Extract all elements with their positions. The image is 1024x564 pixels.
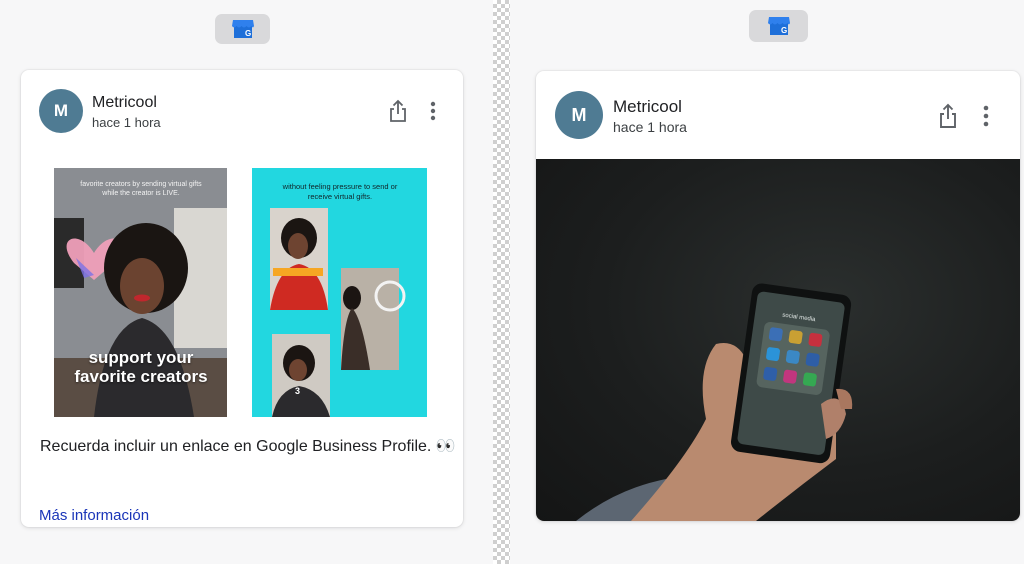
google-business-profile-icon: G [767, 17, 790, 35]
right-post-card: M Metricool hace 1 hora social media [536, 71, 1020, 521]
svg-text:G: G [781, 26, 787, 35]
post-photo: social media [536, 159, 1020, 521]
post-image-tile: without feeling pressure to send or rece… [252, 168, 427, 417]
share-button[interactable] [934, 102, 962, 130]
more-options-button[interactable] [423, 98, 443, 124]
svg-text:G: G [245, 29, 251, 38]
post-image-tile: favorite creators by sending virtual gif… [54, 168, 227, 417]
post-caption: Recuerda incluir un enlace en Google Bus… [40, 438, 456, 455]
tile-number-badge: 3 [295, 386, 301, 396]
tile-top-text: favorite creators by sending virtual gif… [80, 181, 202, 197]
avatar: M [39, 89, 83, 133]
share-icon [940, 103, 956, 128]
post-time: hace 1 hora [613, 119, 687, 135]
google-business-profile-badge: G [749, 10, 808, 42]
more-info-link[interactable]: Más información [39, 507, 149, 524]
share-button[interactable] [385, 98, 411, 124]
tile-collage [270, 208, 406, 417]
tile-headline: support your favorite creators [74, 348, 208, 386]
post-time: hace 1 hora [92, 115, 161, 130]
more-vert-icon [983, 105, 989, 127]
more-options-button[interactable] [976, 102, 996, 130]
avatar: M [555, 91, 603, 139]
author-name: Metricool [613, 97, 682, 116]
author-name: Metricool [92, 94, 157, 111]
google-business-profile-icon: G [231, 20, 254, 38]
google-business-profile-badge: G [215, 14, 270, 44]
more-vert-icon [430, 101, 436, 121]
share-icon [390, 99, 406, 122]
transparency-divider [493, 0, 510, 564]
